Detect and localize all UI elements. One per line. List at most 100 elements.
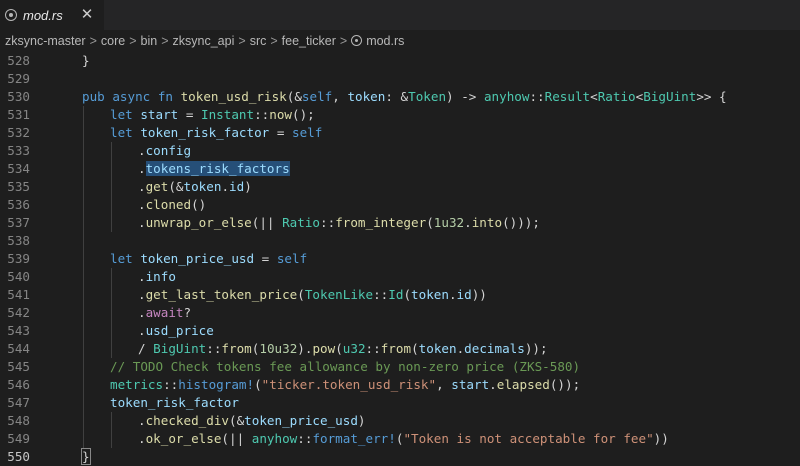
code-line[interactable]: 540 .info <box>0 268 800 286</box>
breadcrumb-item[interactable]: zksync-master <box>5 34 86 48</box>
code-line[interactable]: 537 .unwrap_or_else(|| Ratio::from_intege… <box>0 214 800 232</box>
code-token: ())); <box>502 215 540 230</box>
code-token: . <box>221 179 230 194</box>
code-text: .cloned() <box>138 196 206 214</box>
code-editor[interactable]: 528} 529 530 pub async fn token_usd_risk(&s… <box>0 52 800 466</box>
code-line[interactable]: 544 / BigUint::from(10u32).pow(u32::from(… <box>0 340 800 358</box>
code-token: from <box>221 341 252 356</box>
code-token: ). <box>297 341 313 356</box>
code-text: token_risk_factor <box>110 394 239 412</box>
breadcrumb-item[interactable]: mod.rs <box>366 34 404 48</box>
code-token: self <box>292 125 323 140</box>
code-token: pow <box>312 341 336 356</box>
code-token: )) <box>471 287 487 302</box>
breadcrumb-separator: > <box>89 33 97 48</box>
rust-file-icon <box>5 9 17 21</box>
code-token: (& <box>168 179 184 194</box>
code-line[interactable]: 547 token_risk_factor <box>0 394 800 412</box>
code-token: BigUint <box>643 89 697 104</box>
code-token: id <box>229 179 245 194</box>
line-number: 549 <box>7 431 30 446</box>
code-line[interactable]: 545 // TODO Check tokens fee allowance by… <box>0 358 800 376</box>
code-text: .await? <box>138 304 191 322</box>
code-token: Result <box>544 89 591 104</box>
code-token: decimals <box>464 341 525 356</box>
code-token: TokenLike <box>304 287 374 302</box>
tab-bar: mod.rs ✕ <box>0 0 800 30</box>
code-token: . <box>138 161 146 176</box>
code-line[interactable]: 534 .tokens_risk_factors <box>0 160 800 178</box>
code-token: ( <box>426 215 434 230</box>
code-token: token <box>411 287 449 302</box>
code-token: self <box>276 251 308 266</box>
code-token: :: <box>163 377 179 392</box>
code-line[interactable]: 546 metrics::histogram!("ticker.token_usd… <box>0 376 800 394</box>
code-token: ok_or_else <box>145 431 222 446</box>
tab-filename: mod.rs <box>23 7 63 23</box>
code-text: .config <box>138 142 191 160</box>
close-icon[interactable]: ✕ <box>79 6 95 22</box>
line-number: 533 <box>7 143 30 158</box>
code-token: ( <box>403 287 412 302</box>
line-number: 532 <box>7 125 30 140</box>
line-number: 538 <box>7 233 30 248</box>
code-line[interactable]: 539 let token_price_usd = self <box>0 250 800 268</box>
code-token: token <box>183 179 222 194</box>
code-token: ( <box>335 341 343 356</box>
code-line[interactable]: 548 .checked_div(&token_price_usd) <box>0 412 800 430</box>
code-token: info <box>145 269 176 284</box>
tab-mod-rs[interactable]: mod.rs ✕ <box>0 0 104 30</box>
code-line[interactable]: 532 let token_risk_factor = self <box>0 124 800 142</box>
code-token: . <box>138 413 146 428</box>
line-number: 539 <box>7 251 30 266</box>
code-token: id <box>456 287 472 302</box>
code-line[interactable]: 535 .get(&token.id) <box>0 178 800 196</box>
code-token: ( <box>254 377 262 392</box>
code-token: ( <box>297 287 305 302</box>
code-line[interactable]: 531 let start = Instant::now(); <box>0 106 800 124</box>
code-line[interactable]: 542 .await? <box>0 304 800 322</box>
code-line[interactable]: 528} <box>0 52 800 70</box>
breadcrumb-separator: > <box>270 33 278 48</box>
code-token: = <box>178 107 202 122</box>
code-token: get <box>145 179 169 194</box>
code-line[interactable]: 530 pub async fn token_usd_risk(&self, to… <box>0 88 800 106</box>
code-text: } <box>82 52 90 70</box>
code-token: :: <box>206 341 222 356</box>
breadcrumb-item[interactable]: core <box>101 34 125 48</box>
breadcrumb-item[interactable]: bin <box>141 34 158 48</box>
code-token: (|| <box>221 431 252 446</box>
breadcrumb-separator: > <box>339 33 348 48</box>
code-token: u32 <box>342 341 366 356</box>
code-text: .ok_or_else(|| anyhow::format_err!("Toke… <box>138 430 669 448</box>
breadcrumb-item[interactable]: src <box>250 34 267 48</box>
code-line[interactable]: 533 .config <box>0 142 800 160</box>
code-token: . <box>138 179 146 194</box>
code-token: "Token is not acceptable for fee" <box>403 431 654 446</box>
code-line[interactable]: 538 <box>0 232 800 250</box>
code-token: < <box>590 89 598 104</box>
code-token: Ratio <box>282 215 321 230</box>
code-token: . <box>448 287 457 302</box>
code-token: Ratio <box>597 89 636 104</box>
code-text: // TODO Check tokens fee allowance by no… <box>110 358 580 376</box>
code-token: let <box>110 125 141 140</box>
breadcrumb-item[interactable]: zksync_api <box>173 34 235 48</box>
code-token: format_err! <box>312 431 396 446</box>
code-token: start <box>140 107 179 122</box>
code-line[interactable]: 549 .ok_or_else(|| anyhow::format_err!("T… <box>0 430 800 448</box>
code-line[interactable]: 529 <box>0 70 800 88</box>
code-text: .tokens_risk_factors <box>138 160 290 178</box>
line-number: 541 <box>7 287 30 302</box>
breadcrumb-separator: > <box>238 33 246 48</box>
code-text: .get(&token.id) <box>138 178 252 196</box>
code-token: :: <box>254 107 270 122</box>
indent-guide <box>111 142 112 232</box>
code-line[interactable]: 550} <box>0 448 800 466</box>
code-text: .unwrap_or_else(|| Ratio::from_integer(1… <box>138 214 540 232</box>
code-line[interactable]: 536 .cloned() <box>0 196 800 214</box>
code-line[interactable]: 541 .get_last_token_price(TokenLike::Id(t… <box>0 286 800 304</box>
breadcrumb-item[interactable]: fee_ticker <box>282 34 336 48</box>
code-line[interactable]: 543 .usd_price <box>0 322 800 340</box>
code-token: elapsed <box>496 377 550 392</box>
